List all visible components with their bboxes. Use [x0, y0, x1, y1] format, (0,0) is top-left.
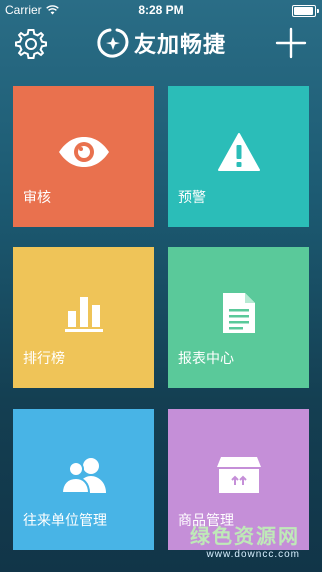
tile-label: 排行榜: [23, 350, 65, 366]
watermark-text: 绿色资源网: [190, 526, 300, 548]
app-title: 友加畅捷: [133, 32, 226, 57]
status-bar: Carrier 8:28 PM: [0, 0, 322, 20]
users-icon: [60, 458, 106, 494]
bar-chart-icon: [64, 297, 103, 332]
tile-label: 往来单位管理: [23, 512, 107, 528]
clock: 8:28 PM: [138, 3, 184, 17]
watermark-url: www.downcc.com: [206, 549, 300, 560]
tile-report-center[interactable]: 报表中心: [168, 247, 309, 388]
tile-label: 报表中心: [178, 350, 234, 366]
document-icon: [222, 293, 255, 333]
watermark: 绿色资源网 www.downcc.com: [190, 520, 300, 560]
nav-bar: 友加畅捷: [0, 20, 322, 68]
warning-icon: [217, 133, 260, 171]
plus-icon[interactable]: [274, 26, 308, 60]
tile-audit[interactable]: 审核: [13, 86, 154, 227]
battery-fill: [294, 7, 313, 15]
logo-icon: [97, 28, 129, 58]
tile-label: 审核: [23, 189, 51, 205]
tile-label: 预警: [178, 189, 206, 205]
tile-warning[interactable]: 预警: [168, 86, 309, 227]
box-icon: [216, 457, 261, 493]
battery-icon: [292, 5, 319, 17]
tile-ranking[interactable]: 排行榜: [13, 247, 154, 388]
eye-icon: [58, 137, 109, 167]
tile-contacts-management[interactable]: 往来单位管理: [13, 409, 154, 550]
